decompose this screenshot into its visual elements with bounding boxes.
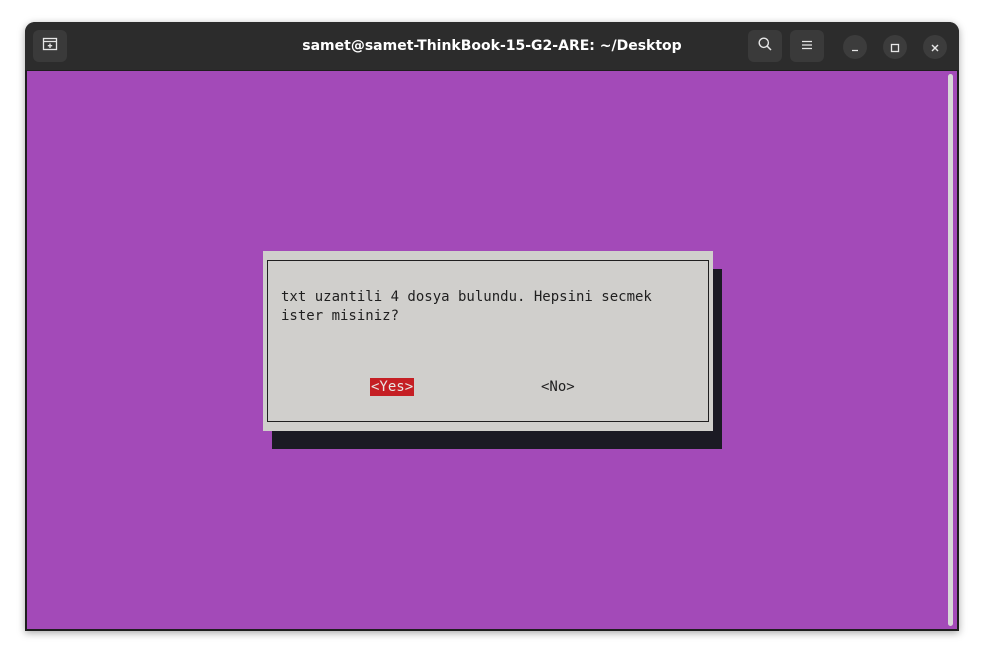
close-icon [930,38,940,57]
yes-button[interactable]: <Yes> [370,378,415,396]
scrollbar[interactable] [945,71,957,629]
dialog-message: txt uzantili 4 dosya bulundu. Hepsini se… [281,289,652,324]
minimize-icon [850,38,860,57]
no-button[interactable]: <No> [541,378,575,396]
close-button[interactable] [923,35,947,59]
scrollbar-thumb[interactable] [948,74,953,626]
terminal-window: samet@samet-ThinkBook-15-G2-ARE: ~/Deskt… [25,22,959,631]
maximize-button[interactable] [883,35,907,59]
maximize-icon [890,38,900,57]
terminal-area[interactable]: txt uzantili 4 dosya bulundu. Hepsini se… [27,71,945,629]
minimize-button[interactable] [843,35,867,59]
confirm-dialog: txt uzantili 4 dosya bulundu. Hepsini se… [263,251,713,431]
search-icon [757,36,773,56]
new-tab-icon [42,36,58,56]
dialog-border [267,260,709,422]
search-button[interactable] [748,30,782,62]
hamburger-menu-icon [800,37,814,56]
titlebar: samet@samet-ThinkBook-15-G2-ARE: ~/Deskt… [25,22,959,70]
new-tab-button[interactable] [33,30,67,62]
menu-button[interactable] [790,30,824,62]
